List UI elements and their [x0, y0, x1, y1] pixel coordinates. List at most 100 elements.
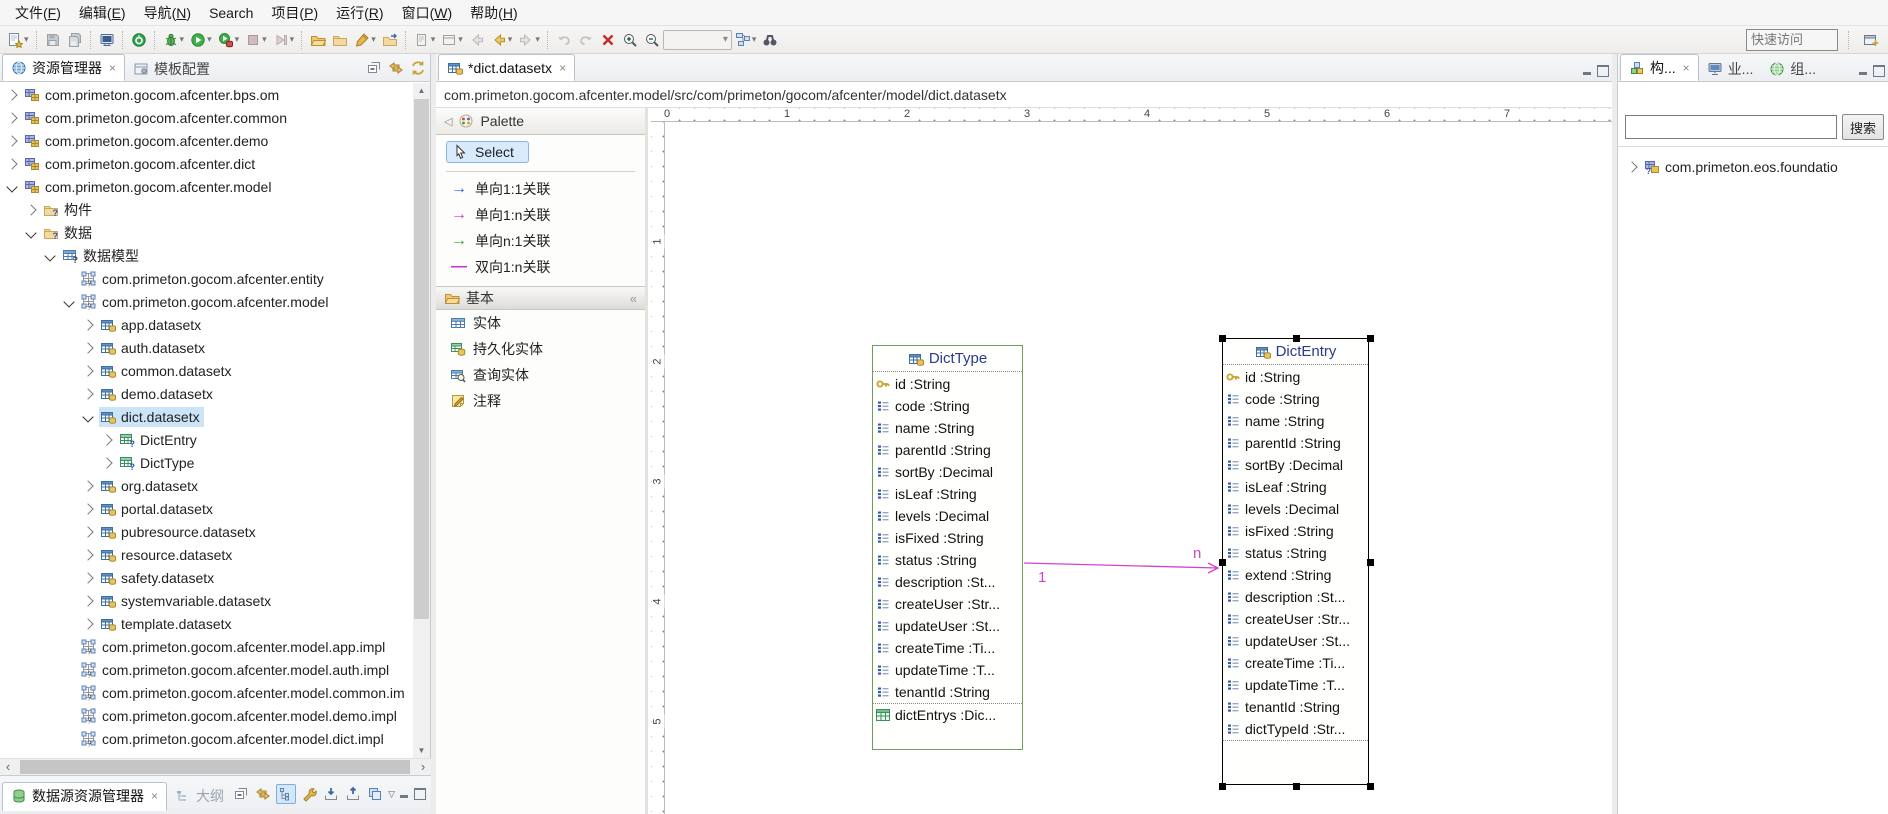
zoom-combo-select[interactable]: ▾ [663, 30, 732, 50]
attribute-updateUser[interactable]: updateUser :St... [873, 615, 1022, 637]
start-server-button[interactable] [129, 30, 149, 50]
attribute-id[interactable]: id :String [1223, 366, 1368, 388]
menu-item-运行R[interactable]: 运行(R) [327, 0, 392, 26]
tree-item-DictEntry[interactable]: ?DictEntry [0, 428, 414, 451]
tree-item-com.primeton.gocom.afcenter.dict[interactable]: com.primeton.gocom.afcenter.dict [0, 152, 414, 175]
component-tree-item-com.primeton.eos.foundatio[interactable]: ?com.primeton.eos.foundatio [1618, 155, 1888, 178]
forward-button[interactable]: ▾ [516, 30, 542, 50]
tree-item-com.primeton.gocom.afcenter.demo[interactable]: com.primeton.gocom.afcenter.demo [0, 129, 414, 152]
explorer-horizontal-scrollbar[interactable]: ‹ › [0, 758, 431, 775]
attribute-createUser[interactable]: createUser :Str... [873, 593, 1022, 615]
maximize-icon[interactable] [414, 788, 426, 800]
palette-group-basic[interactable]: 基本 « [436, 286, 645, 310]
tree-item-数据模型[interactable]: ?数据模型 [0, 244, 414, 267]
selection-handle[interactable] [1293, 783, 1300, 790]
diagram-canvas[interactable]: DictTypeid :Stringcode :Stringname :Stri… [665, 122, 1612, 814]
attribute-sortBy[interactable]: sortBy :Decimal [1223, 454, 1368, 476]
chevron-collapsed-icon[interactable] [6, 89, 17, 100]
close-icon[interactable]: × [151, 789, 158, 803]
chevron-expanded-icon[interactable] [44, 250, 55, 261]
attribute-tenantId[interactable]: tenantId :String [1223, 696, 1368, 718]
console-button[interactable] [97, 30, 117, 50]
chevron-collapsed-icon[interactable] [6, 112, 17, 123]
vertical-scroll-thumb[interactable] [414, 99, 429, 619]
zoom-in-button[interactable] [620, 30, 640, 50]
attribute-updateTime[interactable]: updateTime :T... [873, 659, 1022, 681]
link-with-editor-button[interactable] [387, 59, 405, 77]
view-menu-icon[interactable]: ▽ [388, 789, 395, 800]
attribute-updateTime[interactable]: updateTime :T... [1223, 674, 1368, 696]
delete-button[interactable] [598, 30, 618, 50]
chevron-collapsed-icon[interactable] [82, 618, 93, 629]
last-edit-location-dropdown-icon[interactable]: ▾ [431, 34, 436, 45]
attribute-dictTypeId[interactable]: dictTypeId :Str... [1223, 718, 1368, 740]
selection-handle[interactable] [1219, 335, 1226, 342]
debug-button[interactable]: ▾ [161, 30, 187, 50]
close-icon[interactable]: × [1683, 61, 1690, 75]
search-button[interactable]: 搜索 [1842, 114, 1884, 140]
chevron-collapsed-icon[interactable] [25, 204, 36, 215]
selection-handle[interactable] [1367, 783, 1374, 790]
open-perspective-button[interactable] [1861, 30, 1881, 50]
layout-button[interactable]: ▾ [733, 30, 759, 50]
attribute-status[interactable]: status :String [1223, 542, 1368, 564]
link-with-editor-button[interactable] [254, 785, 272, 803]
debug-dropdown-icon[interactable]: ▾ [180, 34, 185, 45]
save-button[interactable] [43, 30, 63, 50]
chevron-collapsed-icon[interactable] [101, 434, 112, 445]
palette-item-查询实体[interactable]: 查询实体 [436, 362, 645, 388]
attribute-createTime[interactable]: createTime :Ti... [873, 637, 1022, 659]
find-button[interactable] [760, 30, 780, 50]
tree-item-com.primeton.gocom.afcenter.model[interactable]: ?com.primeton.gocom.afcenter.model [0, 290, 414, 313]
marker-button[interactable]: ▾ [352, 30, 378, 50]
chevron-expanded-icon[interactable] [63, 296, 74, 307]
palette-pin-icon[interactable]: « [630, 291, 637, 306]
attribute-isFixed[interactable]: isFixed :String [1223, 520, 1368, 542]
chevron-expanded-icon[interactable] [6, 181, 17, 192]
tree-item-数据[interactable]: ?数据 [0, 221, 414, 244]
entity-DictType[interactable]: DictTypeid :Stringcode :Stringname :Stri… [872, 345, 1023, 750]
undo-button[interactable] [554, 30, 574, 50]
palette-select-tool[interactable]: Select [446, 141, 529, 163]
attribute-name[interactable]: name :String [1223, 410, 1368, 432]
palette-tool-双向1:n关联[interactable]: —双向1:n关联 [436, 254, 645, 280]
attribute-isLeaf[interactable]: isLeaf :String [873, 483, 1022, 505]
attribute-levels[interactable]: levels :Decimal [873, 505, 1022, 527]
menu-item-帮助H[interactable]: 帮助(H) [461, 0, 526, 26]
selection-handle[interactable] [1367, 559, 1374, 566]
forward-dropdown-icon[interactable]: ▾ [535, 34, 540, 45]
zoom-out-button[interactable] [642, 30, 662, 50]
resume-dropdown-icon[interactable]: ▾ [290, 34, 295, 45]
profile-button[interactable]: ▾ [216, 30, 242, 50]
tree-item-com.primeton.gocom.afcenter.model.demo.impl[interactable]: ?com.primeton.gocom.afcenter.model.demo.… [0, 704, 414, 727]
chevron-collapsed-icon[interactable] [82, 342, 93, 353]
tree-item-auth.datasetx[interactable]: auth.datasetx [0, 336, 414, 359]
open-folder-button[interactable] [330, 30, 350, 50]
attribute-updateUser[interactable]: updateUser :St... [1223, 630, 1368, 652]
tree-item-common.datasetx[interactable]: common.datasetx [0, 359, 414, 382]
chevron-collapsed-icon[interactable] [82, 503, 93, 514]
tree-item-com.primeton.gocom.afcenter.bps.om[interactable]: com.primeton.gocom.afcenter.bps.om [0, 83, 414, 106]
tree-item-systemvariable.datasetx[interactable]: systemvariable.datasetx [0, 589, 414, 612]
configure-button[interactable] [300, 785, 318, 803]
tree-item-com.primeton.gocom.afcenter.model.app.impl[interactable]: ?com.primeton.gocom.afcenter.model.app.i… [0, 635, 414, 658]
bottom-tab-数据源资源管理器[interactable]: 数据源资源管理器× [2, 782, 167, 811]
selection-handle[interactable] [1219, 783, 1226, 790]
selection-handle[interactable] [1219, 559, 1226, 566]
tree-item-portal.datasetx[interactable]: portal.datasetx [0, 497, 414, 520]
tree-item-demo.datasetx[interactable]: demo.datasetx [0, 382, 414, 405]
palette-tool-单向1:1关联[interactable]: →单向1:1关联 [436, 176, 645, 202]
resume-button[interactable]: ▾ [271, 30, 297, 50]
attribute-createUser[interactable]: createUser :Str... [1223, 608, 1368, 630]
explorer-vertical-scrollbar[interactable]: ▲ ▼ [413, 83, 430, 758]
attribute-extend[interactable]: extend :String [1223, 564, 1368, 586]
stop-button[interactable]: ▾ [243, 30, 269, 50]
chevron-collapsed-icon[interactable] [82, 572, 93, 583]
attribute-createTime[interactable]: createTime :Ti... [1223, 652, 1368, 674]
layout-dropdown-icon[interactable]: ▾ [752, 34, 757, 45]
quick-access-input[interactable] [1746, 29, 1838, 51]
palette-tool-单向1:n关联[interactable]: →单向1:n关联 [436, 202, 645, 228]
entity-DictEntry[interactable]: DictEntryid :Stringcode :Stringname :Str… [1222, 338, 1369, 785]
tree-item-com.primeton.gocom.afcenter.model.auth.impl[interactable]: ?com.primeton.gocom.afcenter.model.auth.… [0, 658, 414, 681]
editor-tab-dictdatasetx[interactable]: *dict.datasetx× [438, 54, 575, 81]
